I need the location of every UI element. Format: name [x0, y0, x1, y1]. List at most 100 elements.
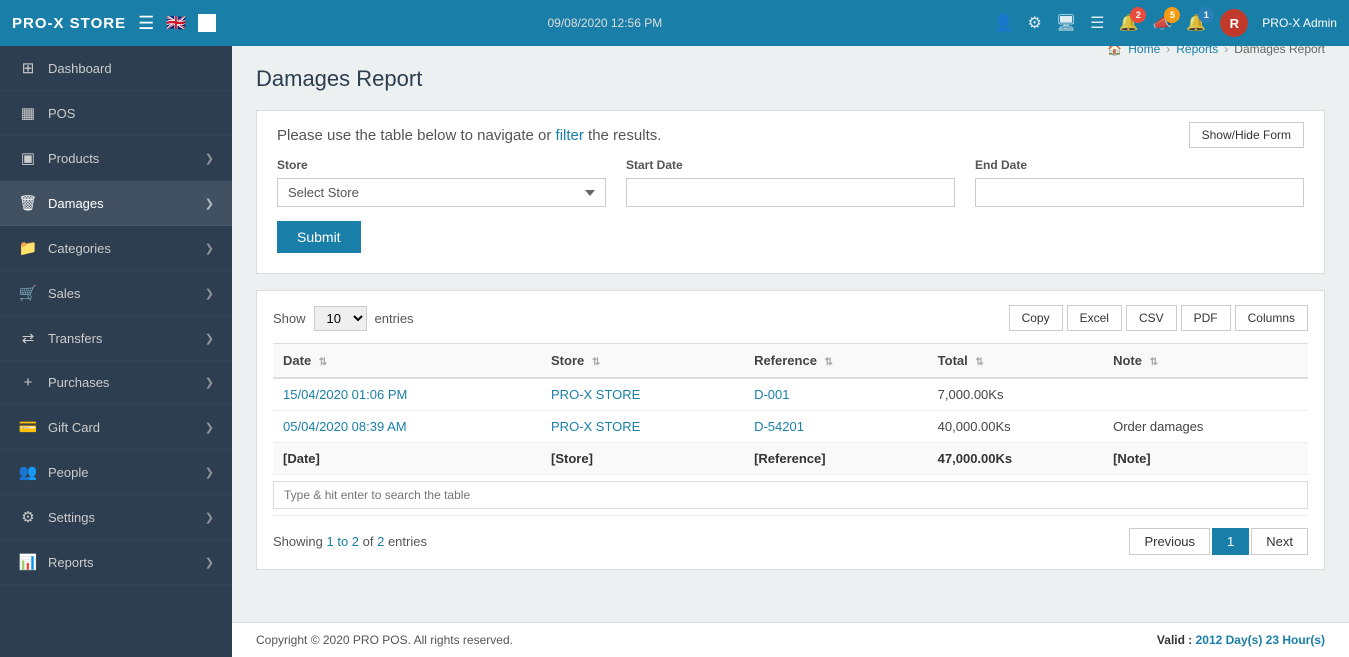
valid-info: Valid : 2012 Day(s) 23 Hour(s)	[1157, 633, 1325, 647]
end-date-field: End Date	[975, 158, 1304, 207]
notification-bell2-wrap[interactable]: 📣 5	[1152, 13, 1172, 33]
sort-total-icon: ⇅	[975, 357, 983, 368]
sidebar-label-damages: Damages	[48, 196, 104, 211]
valid-label: Valid :	[1157, 633, 1196, 647]
page-title: Damages Report	[256, 66, 422, 92]
cell-date: 05/04/2020 08:39 AM	[273, 411, 541, 443]
show-entries: Show 10 entries	[273, 306, 414, 331]
sort-reference-icon: ⇅	[825, 357, 833, 368]
sidebar-label-gift-card: Gift Card	[48, 420, 100, 435]
pdf-button[interactable]: PDF	[1181, 305, 1231, 331]
page-1-button[interactable]: 1	[1212, 528, 1249, 555]
sidebar-item-reports[interactable]: 📊 Reports ❯	[0, 540, 232, 585]
notification-bell1-wrap[interactable]: 🔔 2	[1119, 13, 1139, 33]
table-row: 15/04/2020 01:06 PM PRO-X STORE D-001 7,…	[273, 378, 1308, 411]
cell-note: Order damages	[1103, 411, 1308, 443]
show-label: Show	[273, 311, 306, 326]
store-label: Store	[277, 158, 606, 172]
showing-range: 1 to 2	[326, 534, 359, 549]
list-icon[interactable]: ☰	[1090, 13, 1104, 33]
sort-date-icon: ⇅	[319, 357, 327, 368]
table-section: Show 10 entries Copy Excel CSV PDF Colum…	[256, 290, 1325, 570]
sidebar-item-purchases[interactable]: + Purchases ❯	[0, 361, 232, 405]
sidebar-item-products[interactable]: ▣ Products ❯	[0, 136, 232, 181]
people-icon: 👥	[18, 463, 38, 481]
sort-store-icon: ⇅	[592, 357, 600, 368]
start-date-input[interactable]	[626, 178, 955, 207]
gift-card-chevron: ❯	[205, 421, 214, 434]
entries-select[interactable]: 10	[314, 306, 367, 331]
total-note: [Note]	[1103, 443, 1308, 475]
copy-button[interactable]: Copy	[1009, 305, 1063, 331]
sales-icon: 🛒	[18, 284, 38, 302]
sidebar-item-damages[interactable]: 🗑 Damages ❯	[0, 181, 232, 226]
sidebar-item-people[interactable]: 👥 People ❯	[0, 450, 232, 495]
sidebar: ⊞ Dashboard ▦ POS ▣ Products ❯ 🗑 Damages…	[0, 46, 232, 657]
table-buttons: Copy Excel CSV PDF Columns	[1009, 305, 1308, 331]
end-date-label: End Date	[975, 158, 1304, 172]
entries-label: entries	[375, 311, 414, 326]
transfers-icon: ⇄	[18, 329, 38, 347]
end-date-input[interactable]	[975, 178, 1304, 207]
products-chevron: ❯	[205, 152, 214, 165]
damages-table: Date ⇅ Store ⇅ Reference ⇅ Total ⇅ Note …	[273, 343, 1308, 516]
excel-button[interactable]: Excel	[1067, 305, 1122, 331]
store-select[interactable]: Select Store	[277, 178, 606, 207]
notification-bell3-wrap[interactable]: 🔔 1	[1186, 13, 1206, 33]
avatar[interactable]: R	[1220, 9, 1248, 37]
settings-icon: ⚙	[18, 508, 38, 526]
admin-name: PRO-X Admin	[1262, 16, 1337, 30]
users-icon[interactable]: ⚙	[1028, 13, 1042, 33]
filter-card: Please use the table below to navigate o…	[256, 110, 1325, 274]
footer: Copyright © 2020 PRO POS. All rights res…	[232, 622, 1349, 657]
hamburger-icon[interactable]: ☰	[138, 13, 154, 34]
previous-button[interactable]: Previous	[1129, 528, 1210, 555]
col-date: Date ⇅	[273, 344, 541, 379]
showing-info: Showing 1 to 2 of 2 entries	[273, 534, 427, 549]
transfers-chevron: ❯	[205, 332, 214, 345]
sidebar-label-dashboard: Dashboard	[48, 61, 112, 76]
user-circle-icon[interactable]: 👤	[994, 13, 1014, 33]
cell-total: 40,000.00Ks	[928, 411, 1103, 443]
pos-icon: ▦	[18, 104, 38, 122]
sidebar-item-gift-card[interactable]: 💳 Gift Card ❯	[0, 405, 232, 450]
square-icon[interactable]	[198, 14, 216, 32]
gift-card-icon: 💳	[18, 418, 38, 436]
columns-button[interactable]: Columns	[1235, 305, 1308, 331]
submit-button[interactable]: Submit	[277, 221, 361, 253]
store-title: PRO-X STORE	[12, 15, 126, 32]
sidebar-label-categories: Categories	[48, 241, 111, 256]
monitor-icon[interactable]: 🖥	[1056, 13, 1076, 33]
cell-store: PRO-X STORE	[541, 411, 744, 443]
table-row: 05/04/2020 08:39 AM PRO-X STORE D-54201 …	[273, 411, 1308, 443]
sidebar-item-settings[interactable]: ⚙ Settings ❯	[0, 495, 232, 540]
csv-button[interactable]: CSV	[1126, 305, 1177, 331]
cell-total: 7,000.00Ks	[928, 378, 1103, 411]
damages-chevron: ❯	[205, 197, 214, 210]
sidebar-label-purchases: Purchases	[48, 375, 109, 390]
main-content: Damages Report 🏠 Home › Reports › Damage…	[232, 46, 1349, 622]
cell-date: 15/04/2020 01:06 PM	[273, 378, 541, 411]
store-field: Store Select Store	[277, 158, 606, 207]
header-center: 09/08/2020 12:56 PM	[547, 16, 662, 30]
flag-icon[interactable]: 🇬🇧	[166, 13, 186, 33]
col-total: Total ⇅	[928, 344, 1103, 379]
start-date-label: Start Date	[626, 158, 955, 172]
sidebar-item-pos[interactable]: ▦ POS	[0, 91, 232, 136]
show-hide-button[interactable]: Show/Hide Form	[1189, 122, 1304, 148]
sidebar-item-transfers[interactable]: ⇄ Transfers ❯	[0, 316, 232, 361]
categories-icon: 📁	[18, 239, 38, 257]
sidebar-item-categories[interactable]: 📁 Categories ❯	[0, 226, 232, 271]
sidebar-label-sales: Sales	[48, 286, 81, 301]
sidebar-item-sales[interactable]: 🛒 Sales ❯	[0, 271, 232, 316]
dashboard-icon: ⊞	[18, 59, 38, 77]
datetime: 09/08/2020 12:56 PM	[547, 16, 662, 30]
total-reference: [Reference]	[744, 443, 928, 475]
sidebar-item-dashboard[interactable]: ⊞ Dashboard	[0, 46, 232, 91]
sidebar-label-reports: Reports	[48, 555, 94, 570]
next-button[interactable]: Next	[1251, 528, 1308, 555]
table-search-input[interactable]	[273, 481, 1308, 509]
filter-row: Store Select Store Start Date End Date	[277, 158, 1304, 207]
sidebar-label-products: Products	[48, 151, 99, 166]
purchases-chevron: ❯	[205, 376, 214, 389]
